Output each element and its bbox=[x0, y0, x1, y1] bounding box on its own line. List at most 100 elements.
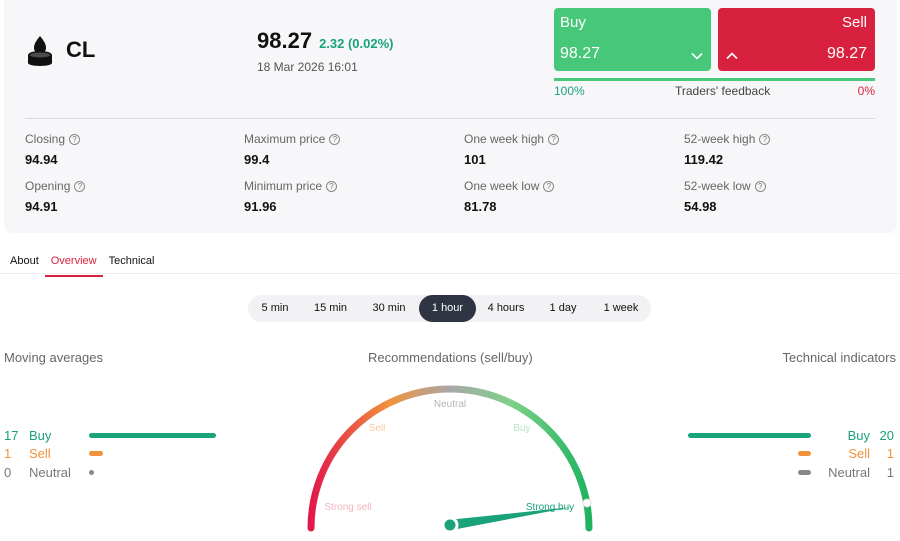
ma-sell-bar bbox=[89, 451, 103, 456]
help-icon[interactable]: ? bbox=[548, 133, 560, 145]
gauge-label-strong-sell: Strong sell bbox=[324, 502, 371, 513]
sell-price: 98.27 bbox=[826, 45, 867, 62]
gauge-label-buy: Buy bbox=[513, 423, 530, 434]
stat-minimum-price: Minimum price? 91.96 bbox=[244, 179, 338, 214]
stat-value: 119.42 bbox=[684, 152, 724, 167]
period-5-min[interactable]: 5 min bbox=[253, 295, 297, 322]
instrument-symbol: CL bbox=[66, 37, 96, 62]
stat-value: 99.4 bbox=[244, 152, 270, 167]
ma-buy-count: 17 bbox=[4, 428, 19, 443]
buy-button[interactable]: Buy 98.27 bbox=[554, 8, 711, 71]
recommendations-title: Recommendations (sell/buy) bbox=[368, 350, 533, 365]
stat-label: 52-week high bbox=[684, 132, 756, 146]
sell-button[interactable]: Sell 98.27 bbox=[718, 8, 875, 71]
buy-button-label: Buy bbox=[560, 14, 586, 31]
stat-value: 101 bbox=[464, 152, 486, 167]
stat-one-week-low: One week low? 81.78 bbox=[464, 179, 555, 214]
help-icon[interactable]: ? bbox=[754, 180, 766, 192]
period-4-hours[interactable]: 4 hours bbox=[480, 295, 532, 322]
stat-maximum-price: Maximum price? 99.4 bbox=[244, 132, 341, 167]
ti-neutral-bar bbox=[798, 470, 811, 475]
instrument-header: CL bbox=[26, 34, 95, 66]
ti-sell-bar bbox=[798, 451, 811, 456]
current-price: 98.27 bbox=[257, 28, 313, 53]
gauge-needle bbox=[448, 507, 572, 530]
traders-feedback-buy-fill bbox=[554, 78, 875, 81]
feedback-title: Traders' feedback bbox=[675, 84, 771, 98]
stat-value: 94.94 bbox=[25, 152, 58, 167]
technical-indicators-title: Technical indicators bbox=[782, 350, 896, 365]
stat-label: Opening bbox=[25, 179, 71, 193]
stat-value: 54.98 bbox=[684, 199, 717, 214]
ma-buy-bar bbox=[89, 433, 216, 438]
stat-label: 52-week low bbox=[684, 179, 751, 193]
quote-block: 98.27 2.32 (0.02%) 18 Mar 2026 16:01 bbox=[257, 28, 394, 74]
ma-buy-row: 17 Buy bbox=[4, 428, 224, 444]
moving-averages-title: Moving averages bbox=[4, 350, 103, 365]
period-1-hour[interactable]: 1 hour bbox=[419, 295, 476, 322]
quote-datetime: 18 Mar 2026 16:01 bbox=[257, 60, 358, 74]
ma-neutral-count: 0 bbox=[4, 465, 12, 480]
stat-value: 81.78 bbox=[464, 199, 497, 214]
help-icon[interactable]: ? bbox=[759, 133, 771, 145]
stat-label: Maximum price bbox=[244, 132, 326, 146]
chevron-down-icon bbox=[691, 52, 703, 60]
recommendation-gauge: Neutral Sell Buy Strong sell Strong buy bbox=[307, 385, 593, 534]
tab-about[interactable]: About bbox=[4, 252, 45, 277]
stat-label: Closing bbox=[25, 132, 66, 146]
tab-technical[interactable]: Technical bbox=[103, 252, 161, 277]
ma-sell-label: Sell bbox=[29, 446, 51, 461]
period-1-week[interactable]: 1 week bbox=[594, 295, 648, 322]
stat-52-week-low: 52-week low? 54.98 bbox=[684, 179, 766, 214]
stat-value: 91.96 bbox=[244, 199, 277, 214]
ti-buy-label: Buy bbox=[847, 428, 870, 443]
stat-label: One week low bbox=[464, 179, 540, 193]
help-icon[interactable]: ? bbox=[74, 180, 86, 192]
ma-neutral-row: 0 Neutral bbox=[4, 465, 224, 481]
ma-sell-count: 1 bbox=[4, 446, 12, 461]
ma-neutral-bar bbox=[89, 470, 94, 475]
ti-sell-count: 1 bbox=[886, 446, 894, 461]
help-icon[interactable]: ? bbox=[326, 180, 338, 192]
section-tabs: About Overview Technical bbox=[4, 252, 160, 277]
ma-neutral-label: Neutral bbox=[29, 465, 71, 480]
gauge-label-neutral: Neutral bbox=[434, 399, 466, 410]
traders-feedback-labels: 100% Traders' feedback 0% bbox=[554, 84, 875, 98]
feedback-buy-percent: 100% bbox=[554, 84, 585, 98]
ti-sell-row: Sell 1 bbox=[680, 446, 896, 462]
period-1-day[interactable]: 1 day bbox=[538, 295, 588, 322]
stat-opening: Opening? 94.91 bbox=[25, 179, 86, 214]
ti-neutral-count: 1 bbox=[886, 465, 894, 480]
tab-overview[interactable]: Overview bbox=[44, 252, 103, 277]
stat-label: Minimum price bbox=[244, 179, 323, 193]
ma-buy-label: Buy bbox=[29, 428, 52, 443]
sell-button-label: Sell bbox=[841, 14, 867, 31]
ti-neutral-row: Neutral 1 bbox=[680, 465, 896, 481]
help-icon[interactable]: ? bbox=[543, 180, 555, 192]
summary-divider bbox=[25, 118, 875, 119]
stat-value: 94.91 bbox=[25, 199, 58, 214]
gauge-marker bbox=[582, 498, 592, 508]
ti-buy-row: Buy 20 bbox=[680, 428, 896, 444]
ti-neutral-label: Neutral bbox=[828, 465, 870, 480]
ti-sell-label: Sell bbox=[848, 446, 870, 461]
stat-label: One week high bbox=[464, 132, 545, 146]
ti-buy-bar bbox=[688, 433, 811, 438]
period-15-min[interactable]: 15 min bbox=[303, 295, 358, 322]
gauge-label-sell: Sell bbox=[369, 423, 386, 434]
stat-52-week-high: 52-week high? 119.42 bbox=[684, 132, 771, 167]
stat-closing: Closing? 94.94 bbox=[25, 132, 81, 167]
stat-one-week-high: One week high? 101 bbox=[464, 132, 560, 167]
oil-barrel-icon bbox=[28, 36, 52, 66]
chevron-up-icon bbox=[726, 52, 738, 60]
price-change: 2.32 (0.02%) bbox=[319, 36, 394, 51]
ti-buy-count: 20 bbox=[879, 428, 894, 443]
traders-feedback-bar bbox=[554, 78, 875, 81]
ma-sell-row: 1 Sell bbox=[4, 446, 224, 462]
period-30-min[interactable]: 30 min bbox=[362, 295, 416, 322]
help-icon[interactable]: ? bbox=[329, 133, 341, 145]
gauge-needle-hub bbox=[441, 516, 459, 534]
buy-price: 98.27 bbox=[560, 45, 601, 62]
help-icon[interactable]: ? bbox=[69, 133, 81, 145]
feedback-sell-percent: 0% bbox=[857, 84, 875, 98]
